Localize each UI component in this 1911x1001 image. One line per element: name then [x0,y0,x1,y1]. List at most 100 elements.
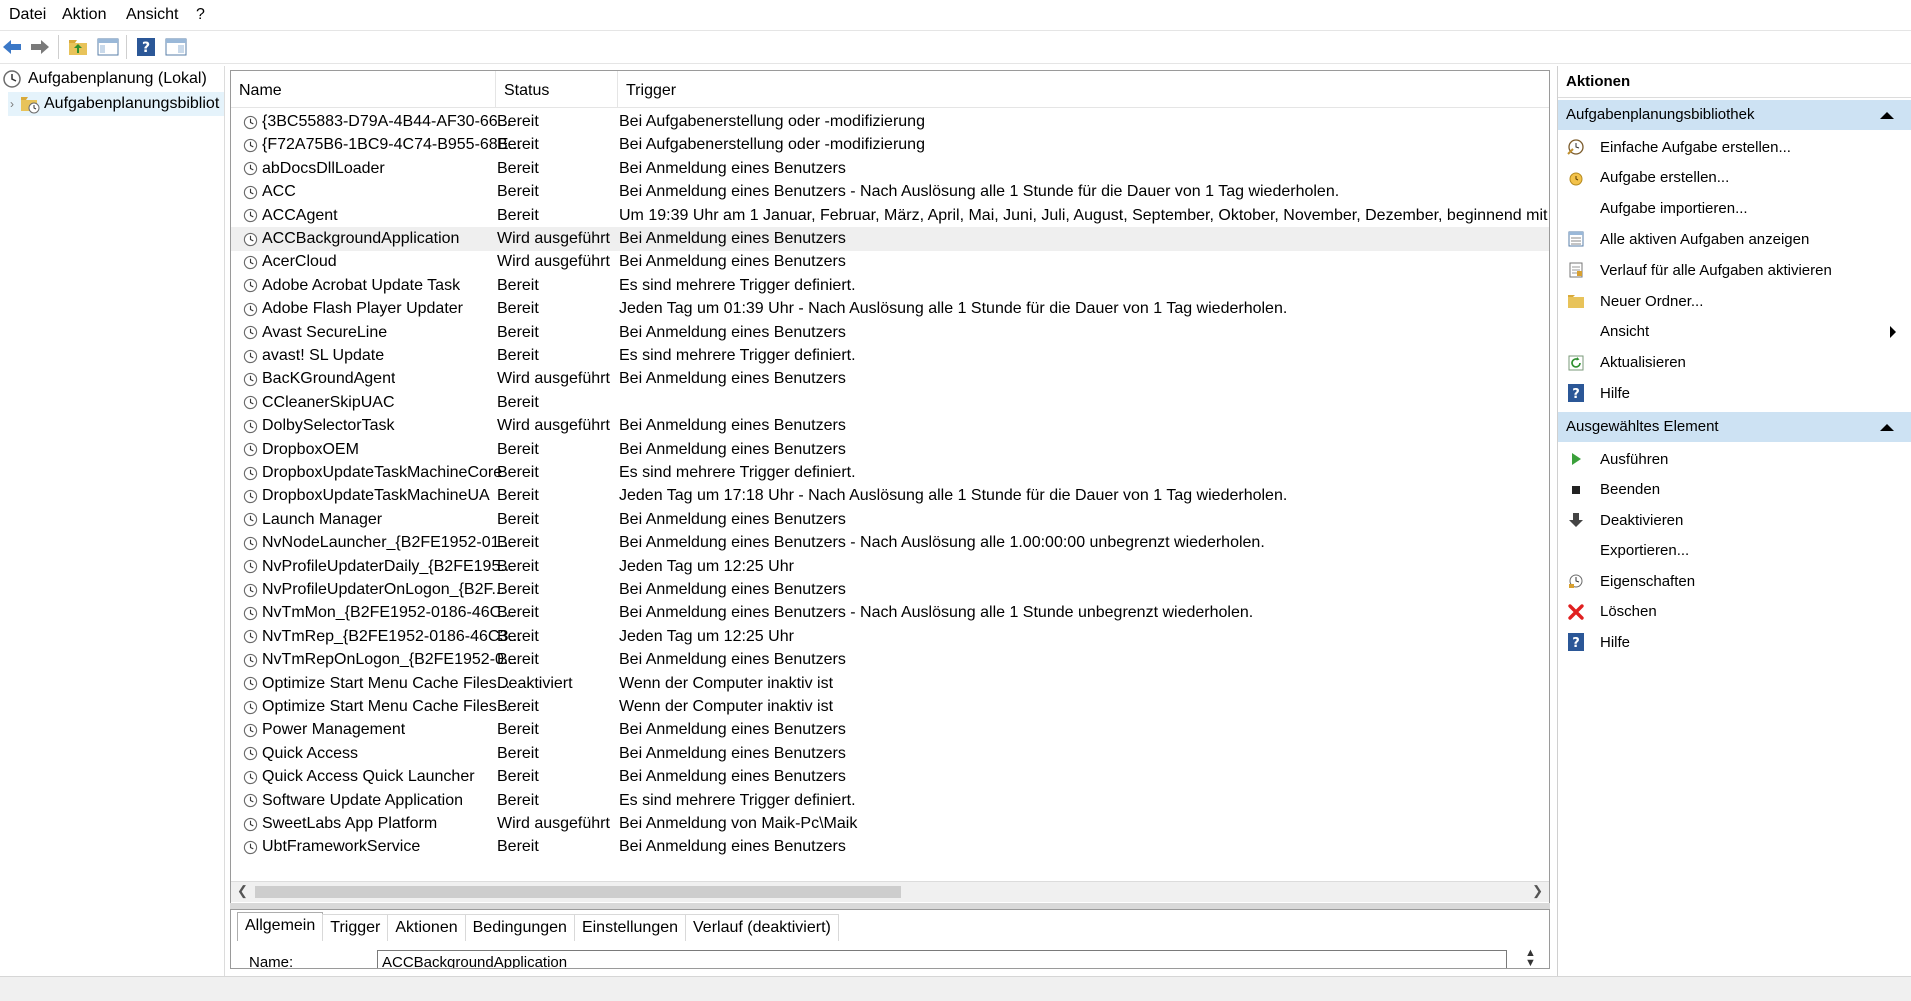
scroll-thumb[interactable] [255,886,901,898]
menu-aktion[interactable]: Aktion [62,6,106,24]
task-status: Bereit [497,206,539,224]
menu-help[interactable]: ? [196,6,205,24]
chevron-right-icon[interactable]: › [10,97,14,111]
table-row[interactable]: Avast SecureLine Bereit Bei Anmeldung eine… [231,321,1549,345]
action-exportieren[interactable]: Exportieren... [1558,536,1911,566]
task-trigger: Bei Anmeldung eines Benutzers - Nach Aus… [619,604,1254,622]
action-beenden[interactable]: Beenden [1558,475,1911,505]
forward-icon[interactable] [28,35,52,59]
table-row[interactable]: Power Management Bereit Bei Anmeldung eine… [231,718,1549,742]
action-hilfe[interactable]: ? Hilfe [1558,627,1911,657]
scroll-right-icon[interactable]: ❯ [1532,883,1543,899]
action-aufgabe-erstellen[interactable]: Aufgabe erstellen... [1558,163,1911,193]
action-eigenschaften[interactable]: Eigenschaften [1558,566,1911,596]
task-trigger: Bei Aufgabenerstellung oder -modifizieru… [619,136,925,154]
clock-icon [243,161,262,176]
table-row[interactable]: Quick Access Bereit Bei Anmeldung eines Be… [231,742,1549,766]
section-header-library[interactable]: Aufgabenplanungsbibliothek [1558,100,1911,130]
table-row[interactable]: ACC Bereit Bei Anmeldung eines Benutzers -… [231,180,1549,204]
section-header-selected[interactable]: Ausgewähltes Element [1558,412,1911,442]
clock-icon [243,512,262,527]
action-verlauf-für-alle-aufgaben-aktivieren[interactable]: Verlauf für alle Aufgaben aktivieren [1558,255,1911,285]
table-row[interactable]: NvNodeLauncher_{B2FE1952-01... Bereit Bei … [231,531,1549,555]
refresh-icon [1566,353,1586,373]
scroll-left-icon[interactable]: ❮ [237,883,248,899]
action-alle-aktiven-aufgaben-anzeigen[interactable]: Alle aktiven Aufgaben anzeigen [1558,224,1911,254]
table-row[interactable]: {F72A75B6-1BC9-4C74-B955-68E... Bereit Bei… [231,133,1549,157]
task-trigger: Bei Anmeldung von Maik-Pc\Maik [619,815,858,832]
action-aufgabe-importieren[interactable]: Aufgabe importieren... [1558,194,1911,224]
table-row[interactable]: ACCBackgroundApplication Wird ausgeführt B… [231,227,1549,251]
task-trigger: Bei Anmeldung eines Benutzers [619,721,846,739]
table-row[interactable]: Quick Access Quick Launcher Bereit Bei Anm… [231,765,1549,789]
help-icon[interactable]: ? [134,35,158,59]
table-row[interactable]: NvTmMon_{B2FE1952-0186-46C... Bereit Bei A… [231,601,1549,625]
tree-item-root[interactable]: Aufgabenplanung (Lokal) [2,67,207,91]
menu-datei[interactable]: Datei [9,6,46,24]
table-row[interactable]: Software Update Application Bereit Es sind… [231,789,1549,813]
action-löschen[interactable]: Löschen [1558,597,1911,627]
task-detail-panel: Allgemein Trigger Aktionen Bedingungen E… [230,909,1550,969]
table-row[interactable]: {3BC55883-D79A-4B44-AF30-66... Bereit Bei … [231,110,1549,134]
tab-aktionen[interactable]: Aktionen [387,914,466,941]
clock-icon [243,606,262,621]
task-trigger: Bei Anmeldung eines Benutzers - Nach Aus… [619,534,1265,552]
table-row[interactable]: Adobe Flash Player Updater Bereit Jeden Ta… [231,297,1549,321]
column-header-status[interactable]: Status [495,71,617,107]
table-row[interactable]: Launch Manager Bereit Bei Anmeldung eines … [231,508,1549,532]
action-deaktivieren[interactable]: Deaktivieren [1558,505,1911,535]
table-row[interactable]: Optimize Start Menu Cache Files... Deakti… [231,672,1549,696]
task-status: Bereit [497,440,539,458]
show-action-pane-icon[interactable] [164,35,188,59]
table-row[interactable]: NvTmRepOnLogon_{B2FE1952-0... Bereit Bei A… [231,648,1549,672]
table-row[interactable]: Optimize Start Menu Cache Files... Bereit… [231,695,1549,719]
table-row[interactable]: BacKGroundAgent Wird ausgeführt Bei Anmeld… [231,367,1549,391]
table-row[interactable]: ACCAgent Bereit Um 19:39 Uhr am 1 Januar, … [231,204,1549,228]
table-row[interactable]: NvTmRep_{B2FE1952-0186-46C3... Bereit Jede… [231,625,1549,649]
table-row[interactable]: avast! SL Update Bereit Es sind mehrere Tr… [231,344,1549,368]
table-row[interactable]: Adobe Acrobat Update Task Bereit Es sind m… [231,274,1549,298]
tab-bedingungen[interactable]: Bedingungen [464,914,575,941]
show-tree-icon[interactable] [96,35,120,59]
table-row[interactable]: abDocsDllLoader Bereit Bei Anmeldung eines… [231,157,1549,181]
table-row[interactable]: DropboxUpdateTaskMachineCore Bereit Es sin… [231,461,1549,485]
task-name: DolbySelectorTask [262,417,395,435]
table-row[interactable]: CCleanerSkipUAC Bereit [231,391,1549,415]
action-aktualisieren[interactable]: Aktualisieren [1558,348,1911,378]
actions-pane: Aktionen Aufgabenplanungsbibliothek Einf… [1557,66,1911,976]
table-row[interactable]: DolbySelectorTask Wird ausgeführt Bei Anme… [231,414,1549,438]
name-field[interactable]: ACCBackgroundApplication [377,950,1507,968]
collapse-icon[interactable] [1880,112,1894,119]
action-hilfe[interactable]: ? Hilfe [1558,378,1911,408]
table-row[interactable]: AcerCloud Wird ausgeführt Bei Anmeldung ei… [231,250,1549,274]
task-name: NvTmRepOnLogon_{B2FE1952-0... [262,651,518,669]
table-row[interactable]: DropboxUpdateTaskMachineUA Bereit Jeden Ta… [231,484,1549,508]
action-einfache-aufgabe-erstellen[interactable]: Einfache Aufgabe erstellen... [1558,132,1911,162]
tab-verlauf[interactable]: Verlauf (deaktiviert) [685,914,839,941]
table-row[interactable]: SweetLabs App Platform Wird ausgeführt Bei… [231,812,1549,836]
menu-ansicht[interactable]: Ansicht [126,6,178,24]
table-row[interactable]: NvProfileUpdaterDaily_{B2FE195... Bereit J… [231,555,1549,579]
scroll-up-down-icon[interactable]: ▲ ▼ [1525,948,1536,969]
table-row[interactable]: DropboxOEM Bereit Bei Anmeldung eines Benu… [231,438,1549,462]
tab-trigger[interactable]: Trigger [322,914,389,941]
action-neuer-ordner[interactable]: Neuer Ordner... [1558,286,1911,316]
back-icon[interactable] [0,35,24,59]
task-list-horizontal-scrollbar[interactable]: ❮ ❯ [231,881,1549,902]
column-header-name[interactable]: Name [231,71,495,107]
table-row[interactable]: NvProfileUpdaterOnLogon_{B2F... Bereit Bei… [231,578,1549,602]
task-status: Bereit [497,604,539,622]
tab-einstellungen[interactable]: Einstellungen [573,914,687,941]
action-ansicht[interactable]: Ansicht [1558,317,1911,347]
clock-icon [243,278,262,293]
collapse-icon[interactable] [1880,424,1894,431]
action-ausführen[interactable]: Ausführen [1558,444,1911,474]
tab-allgemein[interactable]: Allgemein [237,912,324,941]
tree-item-library[interactable]: › Aufgabenplanungsbibliot [8,92,224,116]
task-list-panel: Name Status Trigger {3BC55883-D79A-4B44-… [230,70,1550,904]
up-folder-icon[interactable] [66,35,90,59]
table-row[interactable]: UbtFrameworkService Bereit Bei Anmeldung e… [231,835,1549,859]
task-name: ACCBackgroundApplication [262,230,460,247]
column-header-trigger[interactable]: Trigger [617,71,1549,107]
task-trigger: Um 19:39 Uhr am 1 Januar, Februar, März,… [619,206,1549,224]
